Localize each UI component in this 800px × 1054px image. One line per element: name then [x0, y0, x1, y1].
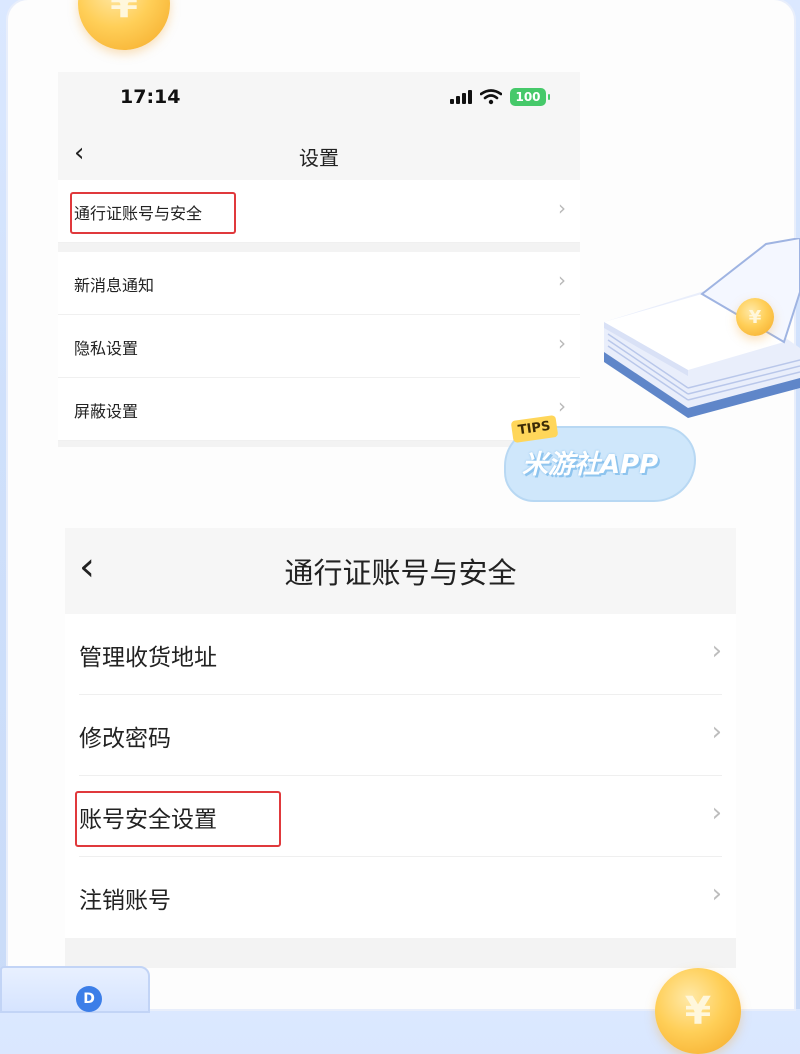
coin-symbol: ¥ — [684, 989, 712, 1033]
settings-row-notifications[interactable]: 新消息通知 › — [58, 252, 580, 315]
battery-icon: 100 — [510, 88, 550, 106]
account-security-screen: ‹ 通行证账号与安全 管理收货地址 › 修改密码 › 账号安全设置 › 注销账号… — [65, 528, 736, 968]
section-divider — [58, 441, 580, 447]
coin-icon: ¥ — [736, 298, 774, 336]
coin-symbol: ¥ — [110, 0, 138, 27]
account-row-password[interactable]: 修改密码 › — [65, 695, 736, 776]
forward-chevron-icon: › — [558, 268, 566, 292]
signal-icon — [450, 90, 472, 104]
status-bar: 17:14 100 — [58, 72, 580, 130]
row-label: 屏蔽设置 — [74, 402, 139, 421]
highlight-box — [75, 791, 281, 847]
forward-chevron-icon: › — [711, 636, 722, 666]
account-nav-bar: ‹ 通行证账号与安全 — [65, 528, 736, 614]
wifi-icon — [480, 89, 502, 105]
highlight-box — [70, 192, 236, 234]
forward-chevron-icon: › — [711, 879, 722, 909]
forward-chevron-icon: › — [558, 331, 566, 355]
account-row-address[interactable]: 管理收货地址 › — [65, 614, 736, 695]
status-icons: 100 — [450, 88, 550, 106]
tips-sticker: TIPS 米游社APP — [504, 415, 696, 502]
app-name-label: 米游社APP — [522, 450, 659, 480]
account-row-cancel-account[interactable]: 注销账号 › — [65, 857, 736, 938]
logo-icon: D — [76, 986, 102, 1012]
row-label: 注销账号 — [79, 888, 171, 914]
footer-gap — [65, 938, 736, 968]
forward-chevron-icon: › — [558, 394, 566, 418]
coin-symbol: ¥ — [748, 306, 762, 328]
settings-row-block[interactable]: 屏蔽设置 › — [58, 378, 580, 441]
forward-chevron-icon: › — [711, 717, 722, 747]
page-title: 通行证账号与安全 — [284, 556, 517, 590]
settings-screen: 17:14 100 ‹ 设置 通行证账号与安全 › 新消息通知 › 隐私设置 ›… — [58, 72, 580, 447]
coin-icon: ¥ — [655, 968, 741, 1054]
status-time: 17:14 — [120, 86, 181, 108]
settings-row-privacy[interactable]: 隐私设置 › — [58, 315, 580, 378]
forward-chevron-icon: › — [558, 196, 566, 220]
forward-chevron-icon: › — [711, 798, 722, 828]
row-label: 管理收货地址 — [79, 645, 217, 671]
corner-decoration: D — [0, 966, 150, 1013]
row-label: 隐私设置 — [74, 339, 139, 358]
battery-level: 100 — [515, 90, 541, 104]
section-divider — [58, 243, 580, 252]
page-title: 设置 — [299, 146, 339, 170]
settings-nav-bar: ‹ 设置 — [58, 130, 580, 180]
row-label: 修改密码 — [79, 726, 171, 752]
row-label: 新消息通知 — [74, 276, 155, 295]
